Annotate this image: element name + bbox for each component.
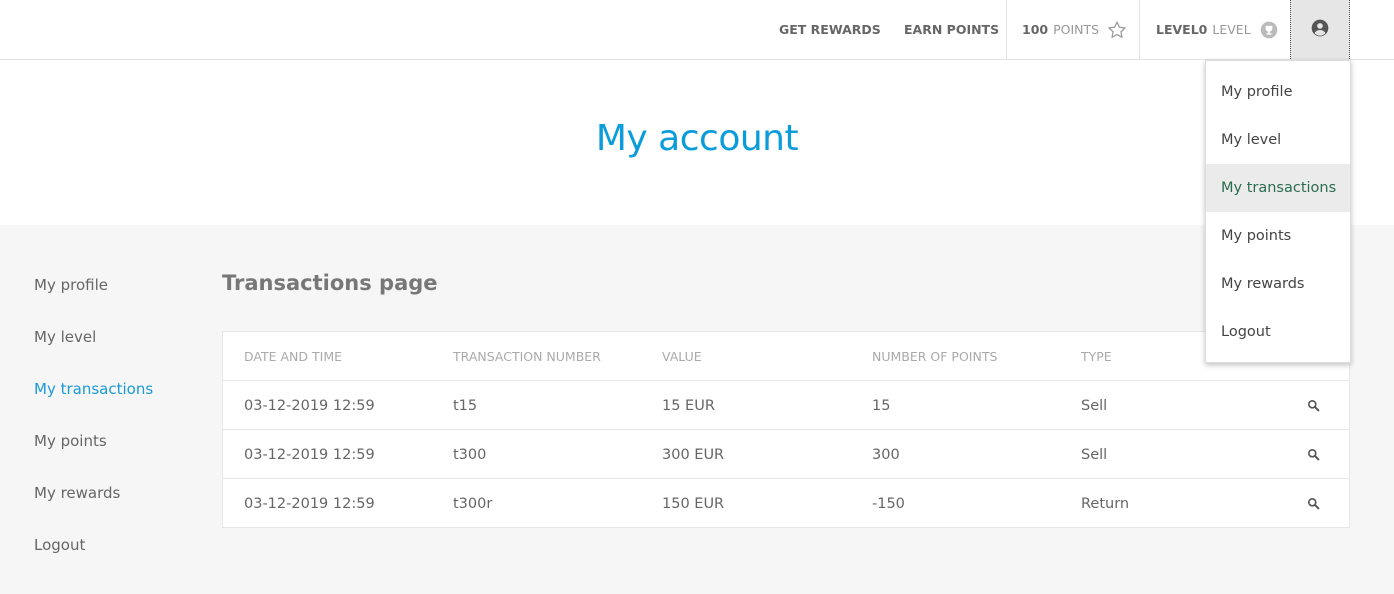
sidebar-item-my-profile[interactable]: My profile [34, 276, 108, 294]
level-label: LEVEL [1212, 22, 1251, 37]
star-icon [1107, 20, 1127, 40]
search-icon[interactable] [1307, 430, 1320, 479]
cell-value: 300 EUR [662, 446, 725, 463]
section-title: Transactions page [222, 271, 438, 295]
earn-points-link[interactable]: EARN POINTS [904, 0, 999, 59]
cell-transaction-number: t300 [453, 446, 487, 463]
user-circle-icon [1310, 18, 1330, 42]
search-icon[interactable] [1307, 479, 1320, 528]
top-navbar: GET REWARDS EARN POINTS 100 POINTS LEVEL… [0, 0, 1394, 60]
menu-item-my-level[interactable]: My level [1206, 116, 1350, 164]
sidebar-item-my-rewards[interactable]: My rewards [34, 484, 120, 502]
column-header-date: DATE AND TIME [244, 349, 342, 364]
points-label: POINTS [1053, 22, 1100, 37]
cell-date: 03-12-2019 12:59 [244, 495, 375, 512]
cell-transaction-number: t300r [453, 495, 493, 512]
level-indicator[interactable]: LEVEL0 LEVEL [1156, 0, 1279, 59]
cell-date: 03-12-2019 12:59 [244, 446, 375, 463]
table-row: 03-12-2019 12:59 t300 300 EUR 300 Sell [223, 430, 1349, 479]
user-dropdown-menu: My profile My level My transactions My p… [1205, 60, 1351, 363]
menu-item-logout[interactable]: Logout [1206, 308, 1350, 356]
table-header-row: DATE AND TIME TRANSACTION NUMBER VALUE N… [223, 332, 1349, 381]
sidebar-item-my-level[interactable]: My level [34, 328, 96, 346]
cell-points: -150 [872, 495, 905, 512]
trophy-icon [1259, 20, 1279, 40]
get-rewards-label: GET REWARDS [779, 22, 881, 37]
sidebar-item-logout[interactable]: Logout [34, 536, 85, 554]
cell-date: 03-12-2019 12:59 [244, 397, 375, 414]
cell-value: 150 EUR [662, 495, 725, 512]
hero-banner: My account [0, 60, 1394, 225]
column-header-transaction-number: TRANSACTION NUMBER [453, 349, 601, 364]
cell-type: Sell [1081, 397, 1108, 414]
level-value: LEVEL0 [1156, 22, 1208, 37]
column-header-points: NUMBER OF POINTS [872, 349, 998, 364]
cell-points: 15 [872, 397, 891, 414]
points-value: 100 [1022, 22, 1049, 37]
nav-divider [1139, 0, 1140, 59]
search-icon[interactable] [1307, 381, 1320, 430]
column-header-type: TYPE [1081, 349, 1112, 364]
table-row: 03-12-2019 12:59 t300r 150 EUR -150 Retu… [223, 479, 1349, 528]
user-menu-button[interactable] [1290, 0, 1350, 59]
menu-item-my-transactions[interactable]: My transactions [1206, 164, 1350, 212]
cell-value: 15 EUR [662, 397, 715, 414]
sidebar-item-my-transactions[interactable]: My transactions [34, 380, 153, 398]
transactions-table: DATE AND TIME TRANSACTION NUMBER VALUE N… [222, 331, 1350, 528]
points-indicator[interactable]: 100 POINTS [1022, 0, 1127, 59]
get-rewards-link[interactable]: GET REWARDS [779, 0, 881, 59]
table-row: 03-12-2019 12:59 t15 15 EUR 15 Sell [223, 381, 1349, 430]
menu-item-my-points[interactable]: My points [1206, 212, 1350, 260]
cell-type: Return [1081, 495, 1130, 512]
cell-points: 300 [872, 446, 900, 463]
nav-divider [1006, 0, 1007, 59]
page-title: My account [595, 118, 799, 159]
earn-points-label: EARN POINTS [904, 22, 1000, 37]
column-header-value: VALUE [662, 349, 702, 364]
menu-item-my-profile[interactable]: My profile [1206, 68, 1350, 116]
cell-type: Sell [1081, 446, 1108, 463]
sidebar-item-my-points[interactable]: My points [34, 432, 107, 450]
menu-item-my-rewards[interactable]: My rewards [1206, 260, 1350, 308]
cell-transaction-number: t15 [453, 397, 478, 414]
